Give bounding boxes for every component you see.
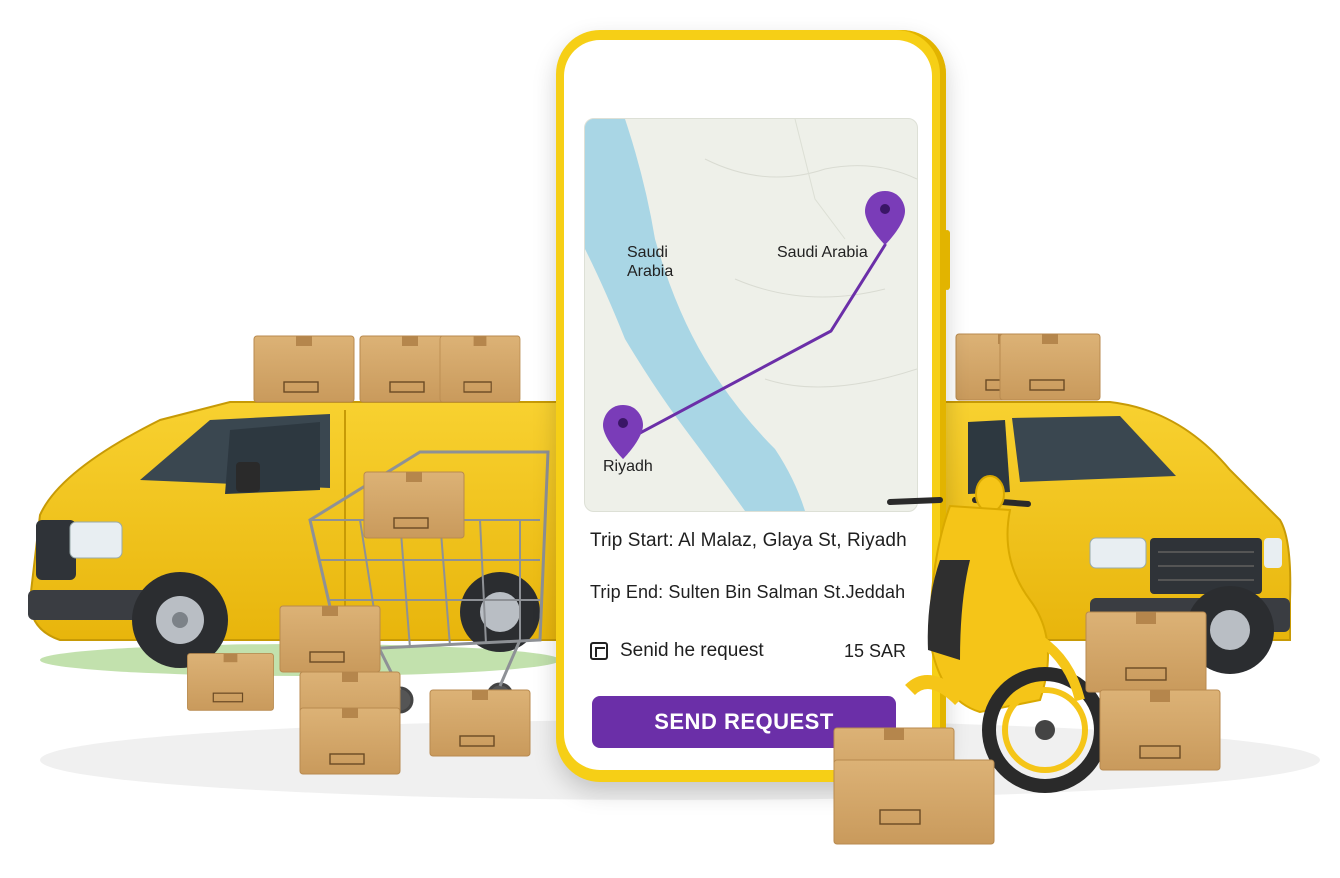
delivery-illustration-scene: Saudi Arabia Saudi Arabia Riyadh Trip St…: [0, 0, 1340, 878]
foreground-illustration: [833, 475, 1221, 845]
